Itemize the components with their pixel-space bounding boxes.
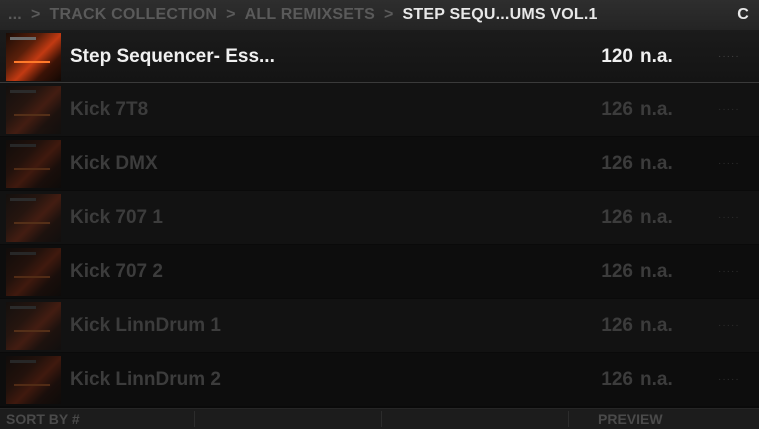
track-title: Kick 707 2 [70, 261, 163, 282]
track-row[interactable]: Kick LinnDrum 2 126 n.a. ····· [0, 353, 759, 406]
footer-divider [194, 411, 195, 427]
track-rating: ····· [718, 212, 740, 223]
track-title: Kick DMX [70, 153, 158, 174]
browser-screen: ... > TRACK COLLECTION > ALL REMIXSETS >… [0, 0, 759, 429]
track-row[interactable]: Kick 7T8 126 n.a. ····· [0, 83, 759, 136]
track-rating: ····· [718, 104, 740, 115]
breadcrumb-separator: > [384, 6, 394, 23]
footer-divider [568, 411, 569, 427]
cover-art [6, 86, 61, 134]
track-key: n.a. [640, 46, 673, 67]
track-key: n.a. [640, 369, 673, 390]
cover-art [6, 194, 61, 242]
track-key: n.a. [640, 315, 673, 336]
track-title: Kick LinnDrum 1 [70, 315, 221, 336]
track-row[interactable]: Kick LinnDrum 1 126 n.a. ····· [0, 299, 759, 352]
track-bpm: 126 [601, 153, 633, 174]
track-bpm: 126 [601, 207, 633, 228]
breadcrumb-separator: > [226, 6, 236, 23]
track-bpm: 126 [601, 369, 633, 390]
track-title: Step Sequencer- Ess... [70, 46, 275, 67]
cover-art [6, 302, 61, 350]
breadcrumb: ... > TRACK COLLECTION > ALL REMIXSETS >… [0, 0, 759, 30]
track-bpm: 120 [601, 46, 633, 67]
cover-art [6, 356, 61, 404]
track-title: Kick 7T8 [70, 99, 149, 120]
breadcrumb-item-track-collection[interactable]: TRACK COLLECTION [49, 6, 217, 24]
breadcrumb-item-all-remixsets[interactable]: ALL REMIXSETS [245, 6, 375, 24]
track-bpm: 126 [601, 99, 633, 120]
track-key: n.a. [640, 261, 673, 282]
track-key: n.a. [640, 99, 673, 120]
track-row[interactable]: Kick 707 1 126 n.a. ····· [0, 191, 759, 244]
track-bpm: 126 [601, 261, 633, 282]
track-list: Step Sequencer- Ess... 120 n.a. ····· Ki… [0, 30, 759, 408]
track-rating: ····· [718, 374, 740, 385]
track-rating: ····· [718, 320, 740, 331]
track-rating: ····· [718, 266, 740, 277]
track-title: Kick 707 1 [70, 207, 163, 228]
track-rating: ····· [718, 158, 740, 169]
track-row[interactable]: Kick DMX 126 n.a. ····· [0, 137, 759, 190]
cover-art [6, 140, 61, 188]
track-rating: ····· [718, 51, 740, 62]
breadcrumb-separator: > [30, 6, 41, 23]
footer-bar: SORT BY # PREVIEW [0, 408, 759, 429]
cover-art [6, 248, 61, 296]
track-key: n.a. [640, 207, 673, 228]
track-row[interactable]: Kick 707 2 126 n.a. ····· [0, 245, 759, 298]
cover-art [6, 33, 61, 81]
track-row-selected[interactable]: Step Sequencer- Ess... 120 n.a. ····· [0, 30, 759, 83]
track-key: n.a. [640, 153, 673, 174]
track-title: Kick LinnDrum 2 [70, 369, 221, 390]
preview-button[interactable]: PREVIEW [598, 409, 663, 429]
track-bpm: 126 [601, 315, 633, 336]
breadcrumb-right-indicator: C [737, 6, 749, 23]
breadcrumb-item-current: STEP SEQU...UMS VOL.1 [402, 6, 598, 23]
sort-by-button[interactable]: SORT BY # [6, 409, 80, 429]
footer-divider [381, 411, 382, 427]
breadcrumb-ellipsis[interactable]: ... [8, 6, 22, 24]
